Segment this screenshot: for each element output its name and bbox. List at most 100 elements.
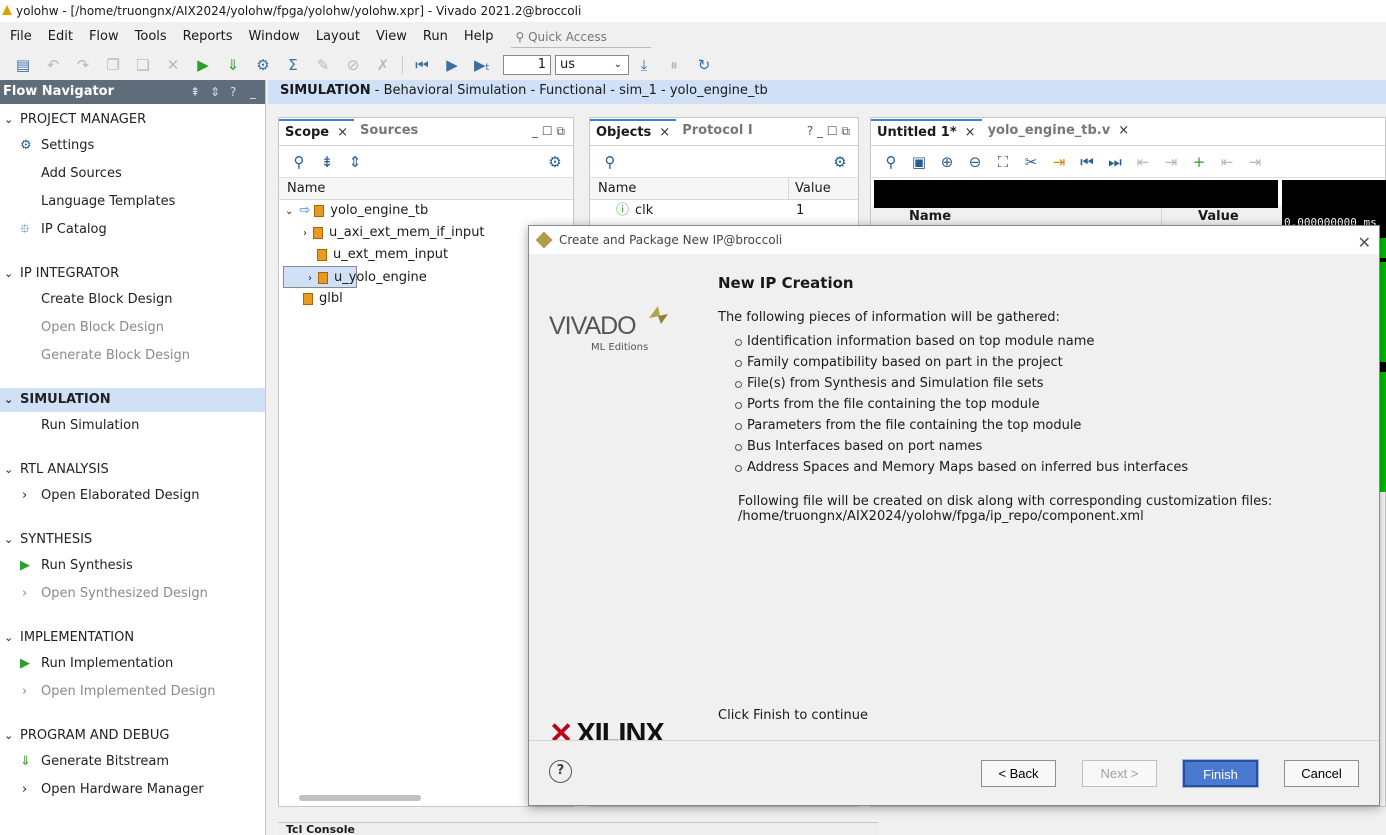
flow-item-settings[interactable]: ⚙ Settings: [0, 132, 265, 160]
flow-item-open-block-design[interactable]: Open Block Design: [0, 314, 265, 342]
paste-icon[interactable]: ❏: [128, 54, 158, 76]
tab-protocol[interactable]: Protocol I: [676, 119, 758, 145]
run-all-icon[interactable]: ▶: [437, 54, 467, 76]
chevron-right-icon[interactable]: ›: [22, 678, 27, 706]
open-project-icon[interactable]: ▤: [8, 54, 38, 76]
collapse-all-icon[interactable]: ⇞: [190, 80, 200, 104]
collapse-all-icon[interactable]: ⇟: [313, 153, 341, 171]
relaunch-icon[interactable]: ↻: [689, 54, 719, 76]
menu-layout[interactable]: Layout: [310, 24, 366, 50]
menu-tools[interactable]: Tools: [129, 24, 173, 50]
run-for-icon[interactable]: ▶ₜ: [467, 54, 497, 76]
tab-testbench-source[interactable]: yolo_engine_tb.v ×: [982, 119, 1136, 145]
scope-column-name[interactable]: Name: [279, 178, 573, 200]
search-icon[interactable]: ⚲: [285, 153, 313, 171]
panel-window-controls[interactable]: ? _ ☐ ⧉: [807, 124, 850, 139]
zoom-out-icon[interactable]: ⊖: [961, 153, 989, 171]
gear-icon[interactable]: ⚙: [826, 153, 854, 171]
flow-item-add-sources[interactable]: Add Sources: [0, 160, 265, 188]
section-implementation[interactable]: ⌄ IMPLEMENTATION: [0, 626, 265, 650]
step-icon[interactable]: ⤓: [629, 54, 659, 76]
section-program-and-debug[interactable]: ⌄ PROGRAM AND DEBUG: [0, 724, 265, 748]
flow-item-ip-catalog[interactable]: ⯐ IP Catalog: [0, 216, 265, 244]
chevron-down-icon[interactable]: ⌄: [4, 388, 13, 412]
scrollbar-thumb[interactable]: [299, 795, 421, 801]
tool-disabled-1-icon[interactable]: ✎: [308, 54, 338, 76]
menu-window[interactable]: Window: [243, 24, 306, 50]
panel-window-controls[interactable]: _ ☐ ⧉: [532, 124, 565, 139]
pause-icon[interactable]: ⏸: [659, 54, 689, 76]
time-unit-select[interactable]: us ⌄: [555, 55, 629, 75]
cursor-icon[interactable]: ✂: [1017, 153, 1045, 171]
close-icon[interactable]: ×: [965, 125, 976, 140]
tree-row-selected[interactable]: › u_yolo_engine: [283, 266, 427, 288]
undo-icon[interactable]: ↶: [38, 54, 68, 76]
tool-disabled-3-icon[interactable]: ✗: [368, 54, 398, 76]
menu-flow[interactable]: Flow: [83, 24, 125, 50]
tab-untitled-wave[interactable]: Untitled 1* ×: [871, 119, 982, 145]
chevron-right-icon[interactable]: ›: [303, 228, 307, 239]
chevron-down-icon[interactable]: ⌄: [4, 528, 13, 552]
tool-disabled-2-icon[interactable]: ⊘: [338, 54, 368, 76]
menu-edit[interactable]: Edit: [42, 24, 79, 50]
flow-item-generate-bitstream[interactable]: ⇓ Generate Bitstream: [0, 748, 265, 776]
section-project-manager[interactable]: ⌄ PROJECT MANAGER: [0, 108, 265, 132]
section-rtl-analysis[interactable]: ⌄ RTL ANALYSIS: [0, 458, 265, 482]
zoom-in-icon[interactable]: ⊕: [933, 153, 961, 171]
section-synthesis[interactable]: ⌄ SYNTHESIS: [0, 528, 265, 552]
add-marker-icon[interactable]: +: [1185, 153, 1213, 171]
run-time-input[interactable]: 1: [503, 55, 551, 75]
tab-tcl-console[interactable]: Tcl Console: [286, 823, 355, 835]
next-transition-icon[interactable]: ⇥: [1157, 153, 1185, 171]
tab-scope[interactable]: Scope ×: [279, 119, 355, 145]
close-icon[interactable]: ✕: [1358, 229, 1371, 257]
object-row[interactable]: ⓘ clk 1: [590, 200, 858, 222]
prev-marker-icon[interactable]: ⇤: [1213, 153, 1241, 171]
menu-help[interactable]: Help: [458, 24, 500, 50]
flow-item-run-simulation[interactable]: Run Simulation: [0, 412, 265, 440]
chevron-right-icon[interactable]: ›: [22, 580, 27, 608]
next-marker-icon[interactable]: ⇥: [1241, 153, 1269, 171]
redo-icon[interactable]: ↷: [68, 54, 98, 76]
help-icon[interactable]: ?: [549, 760, 572, 783]
zoom-fit-icon[interactable]: ⛶: [989, 153, 1017, 171]
close-icon[interactable]: ×: [337, 125, 348, 140]
go-to-start-icon[interactable]: ⏮: [1073, 153, 1101, 171]
prev-transition-icon[interactable]: ⇤: [1129, 153, 1157, 171]
flow-item-generate-block-design[interactable]: Generate Block Design: [0, 342, 265, 370]
menu-run[interactable]: Run: [417, 24, 454, 50]
chevron-right-icon[interactable]: ›: [22, 776, 27, 804]
chevron-down-icon[interactable]: ⌄: [4, 724, 13, 748]
flow-item-open-synthesized-design[interactable]: › Open Synthesized Design: [0, 580, 265, 608]
tab-objects[interactable]: Objects ×: [590, 119, 677, 145]
chevron-down-icon[interactable]: ⌄: [4, 626, 13, 650]
bitstream-download-icon[interactable]: ⇓: [218, 54, 248, 76]
chevron-down-icon[interactable]: ⌄: [4, 262, 13, 286]
search-icon[interactable]: ⚲: [877, 153, 905, 171]
flow-item-open-hardware-manager[interactable]: › Open Hardware Manager: [0, 776, 265, 804]
quick-access-input[interactable]: ⚲ Quick Access: [511, 26, 652, 48]
flow-item-create-block-design[interactable]: Create Block Design: [0, 286, 265, 314]
chevron-down-icon[interactable]: ⌄: [4, 108, 13, 132]
finish-button[interactable]: Finish: [1182, 759, 1259, 788]
menu-reports[interactable]: Reports: [177, 24, 239, 50]
flow-item-open-implemented-design[interactable]: › Open Implemented Design: [0, 678, 265, 706]
save-icon[interactable]: ▣: [905, 153, 933, 171]
minimize-icon[interactable]: _: [250, 80, 256, 104]
cancel-button[interactable]: Cancel: [1284, 760, 1359, 787]
go-to-cursor-icon[interactable]: ⇥: [1045, 153, 1073, 171]
chevron-right-icon[interactable]: ›: [22, 482, 27, 510]
menu-file[interactable]: File: [4, 24, 38, 50]
flow-item-open-elaborated-design[interactable]: › Open Elaborated Design: [0, 482, 265, 510]
next-button[interactable]: Next >: [1082, 760, 1157, 787]
delete-icon[interactable]: ✕: [158, 54, 188, 76]
chevron-down-icon[interactable]: ⌄: [4, 458, 13, 482]
help-icon[interactable]: ?: [230, 80, 236, 104]
copy-icon[interactable]: ❐: [98, 54, 128, 76]
section-simulation[interactable]: ⌄ SIMULATION: [0, 388, 265, 412]
horizontal-scrollbar[interactable]: [283, 792, 569, 804]
back-button[interactable]: < Back: [981, 760, 1056, 787]
restart-sim-icon[interactable]: ⏮: [407, 54, 437, 76]
gear-icon[interactable]: ⚙: [541, 153, 569, 171]
objects-column-header[interactable]: Name Value: [590, 178, 858, 200]
